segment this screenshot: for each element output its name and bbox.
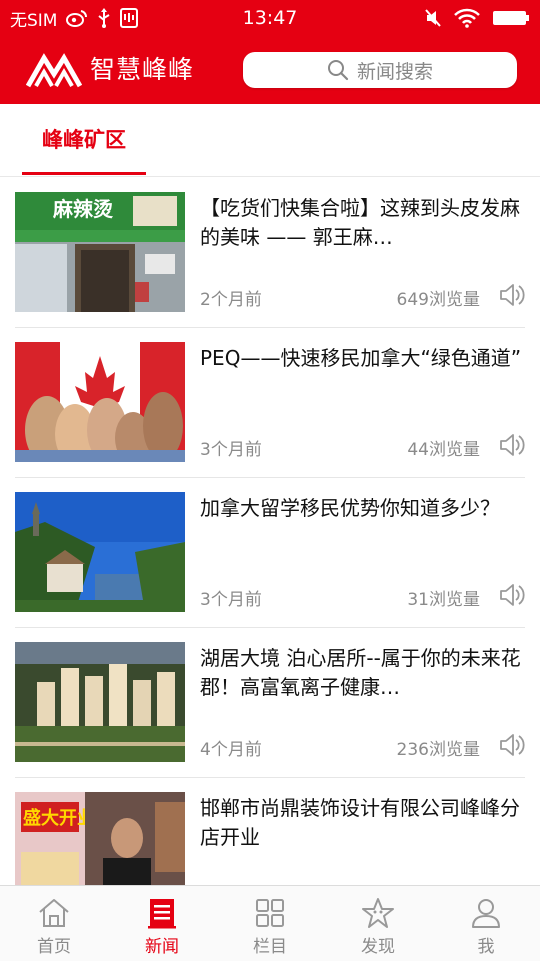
news-title: 邯郸市尚鼎装饰设计有限公司峰峰分店开业 (200, 796, 520, 849)
speaker-icon[interactable] (497, 431, 525, 459)
news-time: 3个月前 (200, 590, 262, 610)
bottom-nav: 首页 新闻 栏目 发现 我 (0, 885, 540, 961)
news-item[interactable]: 麻辣烫 【吃货们快集合啦】这辣到头皮发麻的美味 —— 郭王麻… 2个月前 649… (15, 177, 525, 328)
nav-discover[interactable]: 发现 (324, 886, 432, 961)
nav-home-label: 首页 (37, 937, 71, 957)
wifi-icon (454, 8, 480, 28)
news-title: PEQ——快速移民加拿大“绿色通道” (200, 346, 522, 370)
news-views: 649浏览量 (396, 290, 480, 310)
news-meta: 4个月前 236浏览量 (200, 731, 525, 761)
news-thumbnail (15, 642, 185, 762)
nav-home[interactable]: 首页 (0, 886, 108, 961)
search-icon (327, 60, 349, 81)
news-thumbnail: 盛大开业 (15, 792, 185, 885)
nav-columns-label: 栏目 (253, 937, 287, 957)
news-views: 44浏览量 (407, 440, 480, 460)
active-tab-indicator (22, 172, 146, 175)
mute-icon (424, 8, 442, 28)
nav-discover-label: 发现 (361, 937, 395, 957)
news-time: 2个月前 (200, 290, 262, 310)
news-time: 3个月前 (200, 440, 262, 460)
status-right (424, 0, 530, 36)
tab-fengfeng-region[interactable]: 峰峰矿区 (22, 104, 146, 176)
status-bar: 无SIM 13:47 (0, 0, 540, 36)
thumb-sign-text: 麻辣烫 (52, 197, 114, 221)
nav-me[interactable]: 我 (432, 886, 540, 961)
nav-news-label: 新闻 (145, 937, 179, 957)
news-title: 湖居大境 泊心居所--属于你的未来花郡！高富氧离子健康… (200, 646, 521, 699)
news-views: 31浏览量 (407, 590, 480, 610)
search-placeholder: 新闻搜索 (356, 60, 433, 83)
news-thumbnail (15, 342, 185, 462)
grid-icon (256, 899, 284, 927)
news-thumbnail (15, 492, 185, 612)
speaker-icon[interactable] (497, 281, 525, 309)
news-list[interactable]: 麻辣烫 【吃货们快集合啦】这辣到头皮发麻的美味 —— 郭王麻… 2个月前 649… (0, 177, 540, 885)
news-title: 加拿大留学移民优势你知道多少？ (200, 496, 500, 520)
home-icon (39, 899, 69, 927)
news-item[interactable]: PEQ——快速移民加拿大“绿色通道” 3个月前 44浏览量 (15, 327, 525, 478)
news-meta: 3个月前 44浏览量 (200, 431, 525, 461)
news-item[interactable]: 湖居大境 泊心居所--属于你的未来花郡！高富氧离子健康… 4个月前 236浏览量 (15, 627, 525, 778)
user-icon (472, 899, 500, 928)
news-title: 【吃货们快集合啦】这辣到头皮发麻的美味 —— 郭王麻… (200, 196, 520, 249)
speaker-icon[interactable] (497, 581, 525, 609)
brand-title: 智慧峰峰 (90, 55, 195, 84)
news-thumbnail: 麻辣烫 (15, 192, 185, 312)
news-views: 236浏览量 (396, 740, 480, 760)
nav-columns[interactable]: 栏目 (216, 886, 324, 961)
brand-logo-icon (26, 53, 82, 88)
search-box[interactable]: 新闻搜索 (243, 52, 517, 88)
news-time: 4个月前 (200, 740, 262, 760)
nav-news[interactable]: 新闻 (108, 886, 216, 961)
app-header: 智慧峰峰 新闻搜索 (0, 36, 540, 104)
star-icon (362, 898, 394, 928)
nav-me-label: 我 (477, 937, 495, 957)
thumb-sign-text: 盛大开业 (23, 807, 95, 829)
news-item[interactable]: 加拿大留学移民优势你知道多少？ 3个月前 31浏览量 (15, 477, 525, 628)
category-tabs: 峰峰矿区 (0, 104, 540, 177)
news-item[interactable]: 盛大开业 邯郸市尚鼎装饰设计有限公司峰峰分店开业 (15, 777, 525, 885)
news-meta: 2个月前 649浏览量 (200, 281, 525, 311)
news-meta: 3个月前 31浏览量 (200, 581, 525, 611)
battery-icon (492, 9, 530, 27)
news-icon (148, 899, 176, 929)
speaker-icon[interactable] (497, 731, 525, 759)
